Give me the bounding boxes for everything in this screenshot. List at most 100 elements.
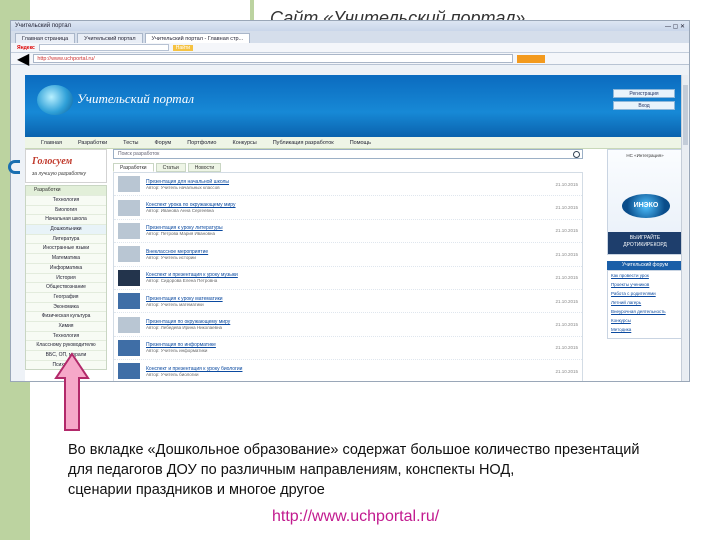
toolbar-find-button[interactable]: Найти — [172, 44, 194, 51]
list-item[interactable]: Внеклассное мероприятие Автор: Учитель ис… — [114, 243, 582, 267]
tab-news[interactable]: Новости — [187, 163, 222, 172]
list-item[interactable]: Конспект урока по окружающему миру Автор:… — [114, 196, 582, 220]
item-thumbnail[interactable] — [118, 293, 140, 310]
sidebar-item[interactable]: Иностранные языки — [26, 243, 106, 253]
item-thumbnail[interactable] — [118, 199, 140, 216]
forum-link[interactable]: Работа с родителями — [611, 291, 679, 297]
sidebar-item[interactable]: Классному руководителю — [26, 340, 106, 350]
login-button[interactable]: Вход — [613, 101, 675, 110]
browser-tab[interactable]: Учительский портал — [77, 33, 143, 43]
item-thumbnail[interactable] — [118, 269, 140, 286]
list-item[interactable]: Презентация к уроку литературы Автор: Пет… — [114, 220, 582, 244]
item-date: 21.10.2015 — [555, 228, 578, 234]
ad-logo-icon: ИНЭКО — [622, 194, 670, 218]
browser-tabs: Главная страница Учительский портал Учит… — [11, 31, 689, 43]
item-thumbnail[interactable] — [118, 246, 140, 263]
sidebar-item[interactable]: Экономика — [26, 301, 106, 312]
nav-item[interactable]: Главная — [41, 140, 62, 146]
item-date: 21.10.2015 — [555, 275, 578, 281]
item-thumbnail[interactable] — [118, 176, 140, 193]
window-controls-icon[interactable]: — ▢ ✕ — [665, 23, 685, 30]
forum-link[interactable]: Летний лагерь — [611, 300, 679, 306]
browser-tab-active[interactable]: Учительский портал - Главная стр... — [144, 33, 251, 43]
item-thumbnail[interactable] — [118, 363, 140, 380]
banner-subtitle: за лучшую разработку — [32, 171, 87, 177]
nav-item[interactable]: Тесты — [123, 140, 138, 146]
content-tabs: Разработки Статьи Новости — [113, 163, 583, 172]
item-thumbnail[interactable] — [118, 339, 140, 356]
search-icon[interactable] — [573, 151, 580, 158]
item-meta: Автор: Учитель истории — [146, 254, 196, 260]
item-date: 21.10.2015 — [555, 345, 578, 351]
forum-link[interactable]: Конкурсы — [611, 318, 679, 324]
forum-link[interactable]: Как провести урок — [611, 273, 679, 279]
left-column: Голосуем за лучшую разработку Разработки… — [25, 149, 107, 371]
sidebar-item[interactable]: Технология — [26, 330, 106, 341]
list-item[interactable]: Презентация по информатике Автор: Учитель… — [114, 337, 582, 361]
forum-link[interactable]: Внеурочная деятельность — [611, 309, 679, 315]
back-icon[interactable]: ◀ — [17, 49, 29, 69]
site-search-input[interactable]: Поиск разработок — [113, 149, 583, 159]
site-header: Учительский портал Регистрация Вход — [25, 75, 685, 137]
vote-banner[interactable]: Голосуем за лучшую разработку — [25, 149, 107, 183]
item-meta: Автор: Учитель биологии — [146, 371, 199, 377]
caption-line: для педагогов ДОУ по различным направлен… — [68, 462, 515, 478]
content-column: Поиск разработок Разработки Статьи Новос… — [113, 149, 583, 381]
content-list: Презентация для начальной школы Автор: Уч… — [113, 172, 583, 381]
sidebar-item[interactable]: Химия — [26, 320, 106, 331]
site-logo-text[interactable]: Учительский портал — [77, 91, 194, 107]
nav-item[interactable]: Помощь — [350, 140, 371, 146]
nav-item[interactable]: Портфолио — [187, 140, 216, 146]
item-thumbnail[interactable] — [118, 316, 140, 333]
slide-top-strip — [250, 0, 254, 20]
sidebar-item[interactable]: Физическая культура — [26, 311, 106, 321]
caption-line: сценарии праздников и многое другое — [68, 482, 325, 498]
go-button[interactable] — [517, 54, 546, 63]
ad-banner[interactable]: НС «Интеграция» ИНЭКО ВЫИГРАЙТЕ ДРОТИКИР… — [607, 149, 683, 255]
sidebar-item[interactable]: Литература — [26, 233, 106, 244]
sidebar-item[interactable]: Информатика — [26, 262, 106, 273]
banner-title: Голосуем — [32, 156, 73, 167]
nav-item[interactable]: Конкурсы — [233, 140, 257, 146]
tab-articles[interactable]: Статьи — [155, 163, 186, 172]
forum-link[interactable]: Методика — [611, 327, 679, 333]
forum-link[interactable]: Проекты учеников — [611, 282, 679, 288]
page-scrollbar[interactable] — [681, 75, 688, 381]
item-meta: Автор: Учитель начальных классов — [146, 184, 220, 190]
list-item[interactable]: Презентация по окружающему миру Автор: Ле… — [114, 313, 582, 337]
sidebar-item[interactable]: География — [26, 291, 106, 302]
item-date: 21.10.2015 — [555, 322, 578, 328]
sidebar-item[interactable]: Математика — [26, 253, 106, 263]
scrollbar-thumb[interactable] — [683, 85, 688, 145]
item-date: 21.10.2015 — [555, 205, 578, 211]
nav-item[interactable]: Разработки — [78, 140, 107, 146]
browser-tab[interactable]: Главная страница — [15, 33, 76, 43]
nav-item[interactable]: Публикация разработок — [273, 140, 334, 146]
tab-developments[interactable]: Разработки — [113, 163, 154, 172]
list-item[interactable]: Конспект и презентация к уроку биологии А… — [114, 360, 582, 381]
sidebar-item[interactable]: Биология — [26, 204, 106, 215]
item-meta: Автор: Лебедева Ирина Николаевна — [146, 325, 223, 331]
ad-bottom-text: ВЫИГРАЙТЕ ДРОТИКИРЕКОРД — [608, 232, 682, 254]
item-date: 21.10.2015 — [555, 181, 578, 187]
forum-links: Как провести урок Проекты учеников Работ… — [607, 270, 683, 339]
site-url-link[interactable]: http://www.uchportal.ru/ — [272, 508, 439, 526]
slide-caption: Во вкладке «Дошкольное образование» соде… — [68, 440, 708, 500]
globe-icon — [37, 85, 73, 115]
sidebar-item-preschool[interactable]: Дошкольники — [26, 224, 106, 234]
toolbar-search-input[interactable] — [38, 44, 169, 51]
item-meta: Автор: Иванова Анна Сергеевна — [146, 208, 214, 214]
pointer-arrow-icon — [52, 352, 92, 432]
item-thumbnail[interactable] — [118, 222, 140, 239]
forum-header: Учительский форум — [607, 261, 683, 270]
list-item[interactable]: Конспект и презентация к уроку музыки Авт… — [114, 267, 582, 290]
nav-item[interactable]: Форум — [155, 140, 172, 146]
register-button[interactable]: Регистрация — [613, 89, 675, 98]
address-input[interactable]: http://www.uchportal.ru/ — [33, 54, 514, 63]
sidebar-item[interactable]: Начальная школа — [26, 214, 106, 224]
sidebar-item[interactable]: Технология — [26, 195, 106, 205]
list-item[interactable]: Презентация к уроку математики Автор: Учи… — [114, 290, 582, 314]
list-item[interactable]: Презентация для начальной школы Автор: Уч… — [114, 173, 582, 197]
sidebar-item[interactable]: История — [26, 272, 106, 283]
sidebar-item[interactable]: Обществознание — [26, 282, 106, 292]
